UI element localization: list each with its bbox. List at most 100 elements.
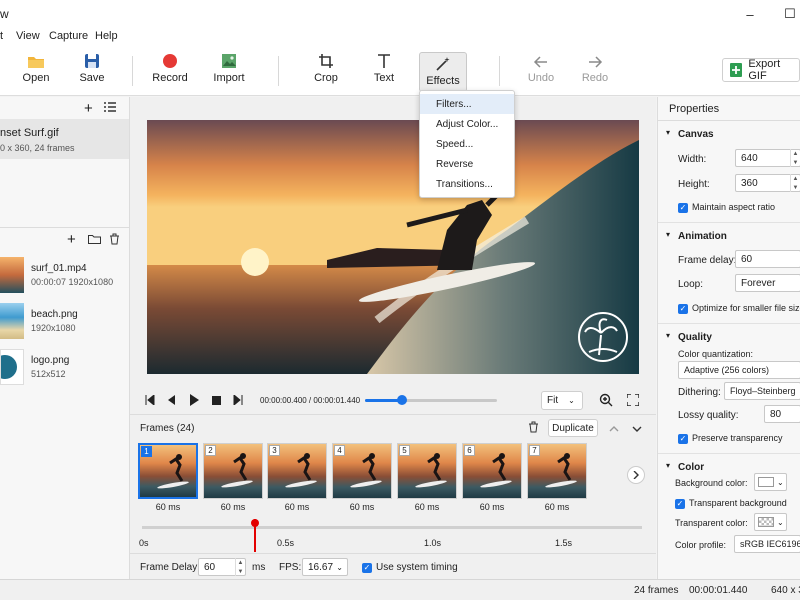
quality-section-title: Quality [678, 332, 712, 343]
import-button[interactable]: Import [209, 50, 249, 92]
play-icon[interactable] [189, 394, 199, 409]
menu-capture[interactable]: Capture [49, 30, 88, 42]
divider [658, 222, 800, 223]
menu-item-reverse[interactable]: Reverse [420, 154, 514, 174]
trash-icon[interactable] [109, 233, 120, 248]
skip-start-icon[interactable] [145, 393, 155, 408]
timeline-playhead[interactable] [251, 519, 259, 552]
stepper-icon[interactable]: ▲ ▼ [790, 174, 800, 192]
minimize-button[interactable]: – [730, 0, 770, 28]
save-button[interactable]: Save [72, 50, 112, 92]
timeline-tick: 0s [139, 538, 149, 548]
system-timing-checkbox[interactable]: ✓ [362, 561, 372, 573]
record-button[interactable]: Record [150, 50, 190, 92]
text-button[interactable]: Text [364, 50, 404, 92]
frame-thumbnail[interactable]: 6 60 ms [462, 443, 522, 513]
media-meta: 512x512 [31, 369, 66, 379]
stepper-icon[interactable]: ▲ ▼ [790, 149, 800, 167]
collapse-icon[interactable]: ▾ [666, 128, 670, 137]
project-item[interactable]: nset Surf.gif 0 x 360, 24 frames [0, 119, 129, 159]
frame-delay-prop-input[interactable]: 60 [735, 250, 800, 268]
move-up-icon[interactable] [609, 423, 619, 435]
aspect-ratio-checkbox[interactable]: ✓ [678, 201, 688, 213]
menu-edit[interactable]: t [0, 30, 3, 42]
undo-button[interactable]: Undo [521, 50, 561, 92]
loop-select[interactable]: Forever [735, 274, 800, 292]
menu-view[interactable]: View [16, 30, 40, 42]
background-color-picker[interactable]: ⌄ [754, 473, 787, 491]
add-icon[interactable]: + [84, 100, 93, 117]
collapse-icon[interactable]: ▾ [666, 461, 670, 470]
collapse-icon[interactable]: ▾ [666, 331, 670, 340]
fullscreen-icon[interactable] [626, 393, 640, 409]
media-name[interactable]: surf_01.mp4 [31, 263, 87, 274]
stepper-icon[interactable]: ▲ ▼ [235, 558, 245, 576]
height-label: Height: [678, 179, 710, 190]
seek-bar[interactable] [365, 395, 497, 405]
menu-item-transitions[interactable]: Transitions... [420, 174, 514, 194]
transparent-color-picker[interactable]: ⌄ [754, 513, 787, 531]
frame-image: 2 [203, 443, 263, 499]
frame-duration: 60 ms [284, 502, 310, 512]
color-profile-select[interactable]: sRGB IEC61966- [734, 535, 800, 553]
add-media-icon[interactable]: + [67, 231, 76, 248]
dithering-value: Floyd–Steinberg [730, 386, 796, 396]
frame-image: 1 [138, 443, 198, 499]
maximize-button[interactable]: ☐ [770, 0, 800, 28]
frame-delay-input[interactable]: 60 ▲ ▼ [198, 558, 246, 576]
total-duration: 00:00:01.440 [689, 585, 748, 596]
frame-thumbnail[interactable]: 5 60 ms [397, 443, 457, 513]
media-name[interactable]: beach.png [31, 309, 78, 320]
export-gif-button[interactable]: Export GIF [722, 58, 800, 82]
redo-button[interactable]: Redo [575, 50, 615, 92]
dithering-select[interactable]: Floyd–Steinberg [724, 382, 800, 400]
open-button[interactable]: Open [16, 50, 56, 92]
zoom-select[interactable]: Fit ⌄ [541, 391, 583, 410]
menu-help[interactable]: Help [95, 30, 118, 42]
transparent-bg-checkbox[interactable]: ✓ [675, 497, 685, 509]
frame-thumbnail[interactable]: 7 60 ms [527, 443, 587, 513]
frame-thumbnail[interactable]: 1 60 ms [138, 443, 198, 513]
transparency-checkbox[interactable]: ✓ [678, 432, 688, 444]
system-timing-label: Use system timing [376, 562, 458, 573]
frame-duration: 60 ms [414, 502, 440, 512]
media-name[interactable]: logo.png [31, 355, 69, 366]
frame-thumbnail[interactable]: 3 60 ms [267, 443, 327, 513]
effects-button[interactable]: Effects [419, 52, 467, 92]
frame-count: 24 frames [634, 585, 679, 596]
crop-icon [318, 50, 334, 72]
menu-item-filters[interactable]: Filters... [420, 94, 514, 114]
collapse-icon[interactable]: ▾ [666, 230, 670, 239]
quantization-select[interactable]: Adaptive (256 colors) [678, 361, 800, 379]
step-back-icon[interactable] [167, 395, 175, 408]
menu-item-adjust-color[interactable]: Adjust Color... [420, 114, 514, 134]
delete-frame-icon[interactable] [528, 421, 539, 436]
menu-item-speed[interactable]: Speed... [420, 134, 514, 154]
media-meta: 1920x1080 [31, 323, 76, 333]
preview-canvas[interactable] [147, 120, 639, 374]
fps-select[interactable]: 16.67 ⌄ [302, 558, 348, 576]
optimize-checkbox[interactable]: ✓ [678, 302, 688, 314]
width-input[interactable]: 640 ▲ ▼ [735, 149, 800, 167]
height-input[interactable]: 360 ▲ ▼ [735, 174, 800, 192]
fps-label: FPS: [279, 562, 302, 573]
list-icon[interactable] [104, 102, 116, 115]
divider [658, 453, 800, 454]
frame-thumbnail[interactable]: 4 60 ms [332, 443, 392, 513]
skip-end-icon[interactable] [233, 393, 243, 408]
zoom-in-icon[interactable] [599, 393, 613, 410]
duplicate-button[interactable]: Duplicate [548, 419, 598, 437]
move-down-icon[interactable] [632, 424, 642, 436]
record-icon [162, 50, 178, 72]
properties-title: Properties [669, 103, 720, 115]
open-label: Open [22, 72, 50, 84]
folder-icon[interactable] [88, 234, 101, 247]
frame-thumbnail[interactable]: 2 60 ms [203, 443, 263, 513]
scroll-right-button[interactable] [627, 466, 645, 484]
seek-handle[interactable] [396, 395, 407, 405]
stop-icon[interactable] [212, 396, 221, 408]
timeline-track[interactable] [142, 526, 642, 529]
lossy-input[interactable]: 80 [764, 405, 800, 423]
properties-panel: Properties ▾ Canvas Width: 640 ▲ ▼ Height… [657, 97, 800, 579]
crop-button[interactable]: Crop [306, 50, 346, 92]
